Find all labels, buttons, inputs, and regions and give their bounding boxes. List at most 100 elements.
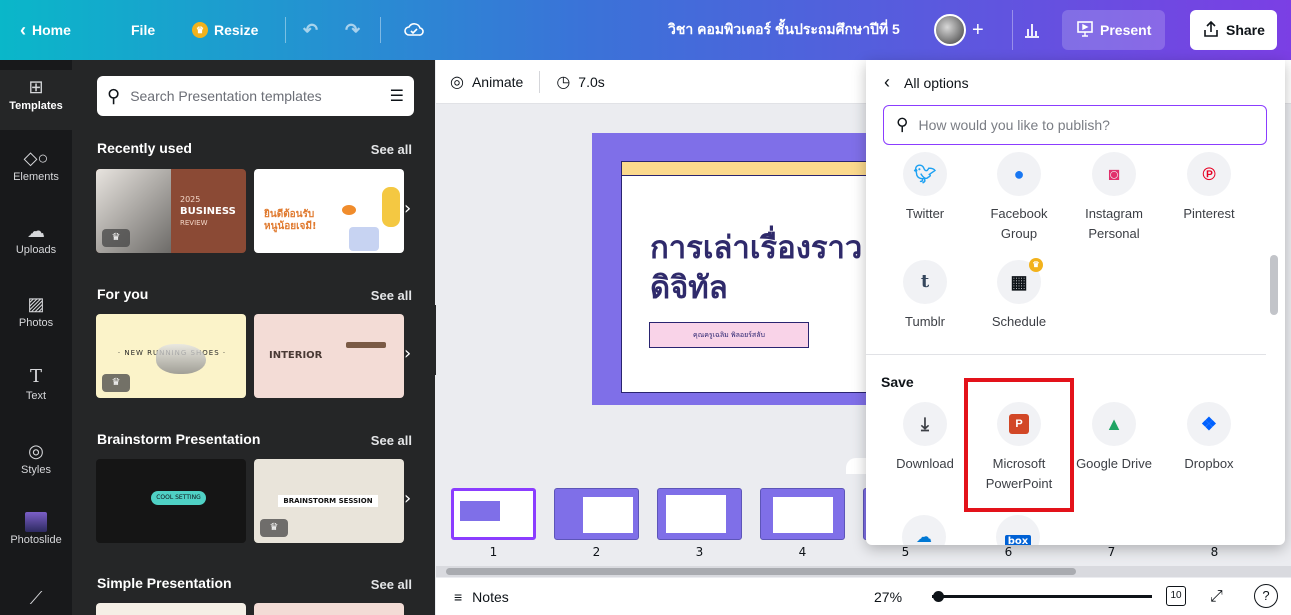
option-google-drive[interactable]: ▲ Google Drive — [1069, 402, 1159, 474]
animate-icon: ◎ — [450, 73, 464, 91]
section-title: For you — [97, 286, 149, 302]
page-number: 5 — [901, 545, 910, 559]
thumb-title: COOL SETTING — [151, 491, 206, 505]
option-schedule[interactable]: ▦ ♛ Schedule — [974, 258, 1064, 332]
page-number: 4 — [798, 545, 807, 559]
option-download[interactable]: ⤓ Download — [880, 402, 970, 474]
collaborators[interactable]: + — [934, 0, 984, 60]
add-collaborator-icon[interactable]: + — [972, 19, 984, 42]
duration-button[interactable]: ◷ 7.0s — [556, 72, 604, 92]
see-all-link[interactable]: See all — [371, 577, 412, 592]
rail-item-elements[interactable]: ◇○ Elements — [0, 147, 72, 183]
template-thumb[interactable] — [96, 603, 246, 615]
clock-icon: ◷ — [556, 73, 571, 91]
slide-subtitle[interactable]: คุณครูเฉลิม พิลอยร์สลับ — [649, 322, 809, 348]
zoom-value[interactable]: 27% — [874, 589, 902, 605]
page-number: 1 — [489, 545, 498, 559]
templates-icon: ⊞ — [28, 77, 44, 97]
page-number: 6 — [1004, 545, 1013, 559]
template-thumb-business-review[interactable]: 2025 BUSINESS REVIEW ♛ — [96, 169, 246, 253]
search-icon: ⚲ — [896, 115, 909, 134]
divider — [285, 17, 286, 43]
slide-card[interactable]: การเล่าเรื่องราว ดิจิทัล คุณครูเฉลิม พิล… — [621, 161, 891, 393]
share-button[interactable]: Share — [1190, 10, 1277, 50]
see-all-link[interactable]: See all — [371, 288, 412, 303]
help-button[interactable]: ? — [1254, 584, 1278, 608]
uploads-icon: ☁ — [27, 221, 45, 241]
search-icon: ⚲ — [107, 85, 121, 106]
cloud-saved-icon[interactable] — [403, 0, 425, 60]
carousel-next-icon[interactable]: › — [404, 488, 411, 509]
rail-item-photos[interactable]: ▨ Photos — [0, 293, 72, 329]
animate-button[interactable]: ◎ Animate — [450, 72, 523, 92]
rail-item-text[interactable]: T Text — [0, 366, 72, 402]
template-thumb-running-shoes[interactable]: · NEW RUNNING SHOES · ♛ — [96, 314, 246, 398]
option-dropbox[interactable]: ❖ Dropbox — [1164, 402, 1254, 474]
zoom-slider-handle[interactable] — [933, 591, 944, 602]
elements-icon: ◇○ — [23, 148, 49, 168]
zoom-slider[interactable] — [932, 595, 1152, 598]
onedrive-icon[interactable]: ☁ — [902, 515, 946, 545]
page-thumb-2[interactable] — [554, 488, 639, 540]
box-icon[interactable]: box — [996, 515, 1040, 545]
rail-item-styles[interactable]: ◎ Styles — [0, 440, 72, 476]
page-thumb-3[interactable] — [657, 488, 742, 540]
analytics-icon[interactable] — [1022, 0, 1042, 60]
decor-shape — [342, 205, 356, 215]
page-thumb-4[interactable] — [760, 488, 845, 540]
option-tumblr[interactable]: t Tumblr — [880, 260, 970, 332]
popup-scrollbar[interactable] — [1270, 155, 1278, 540]
chart-line-icon: ⟋ — [29, 588, 43, 608]
template-thumb[interactable] — [254, 603, 404, 615]
file-menu-button[interactable]: File — [131, 0, 155, 60]
present-icon — [1076, 20, 1094, 41]
rail-item-charts[interactable]: ⟋ — [0, 587, 72, 611]
download-icon: ⤓ — [903, 402, 947, 446]
redo-icon[interactable]: ↷ — [345, 0, 360, 60]
photos-icon: ▨ — [27, 294, 45, 314]
filter-icon[interactable]: ☰ — [390, 86, 404, 106]
scroll-thumb[interactable] — [446, 568, 1076, 575]
see-all-link[interactable]: See all — [371, 433, 412, 448]
page-count-button[interactable]: 10 — [1166, 586, 1186, 606]
top-bar: ‹ Home File ♛ Resize ↶ ↷ วิชา คอมพิวเตอร… — [0, 0, 1291, 60]
mini-card — [773, 497, 833, 533]
option-instagram[interactable]: ◙ Instagram Personal — [1069, 152, 1159, 244]
chevron-left-icon: ‹ — [884, 72, 890, 92]
section-title: Simple Presentation — [97, 575, 232, 591]
fullscreen-icon[interactable]: ⤢ — [1210, 588, 1223, 606]
slide-card-header — [622, 162, 890, 176]
template-search-input[interactable]: ⚲ Search Presentation templates ☰ — [97, 76, 414, 116]
carousel-next-icon[interactable]: › — [404, 198, 411, 219]
option-twitter[interactable]: 🐦︎ Twitter — [880, 152, 970, 224]
carousel-next-icon[interactable]: › — [404, 343, 411, 364]
rail-item-uploads[interactable]: ☁ Uploads — [0, 220, 72, 256]
page-number: 7 — [1107, 545, 1116, 559]
home-button[interactable]: ‹ Home — [20, 0, 71, 60]
rail-item-templates[interactable]: ⊞ Templates — [0, 70, 72, 130]
publish-search-input[interactable]: ⚲ How would you like to publish? — [883, 105, 1267, 145]
slide-title-line2[interactable]: ดิจิทัล — [650, 262, 728, 312]
page-number: 8 — [1210, 545, 1219, 559]
template-thumb-welcome[interactable]: ยินดีต้อนรับ หนูน้อยเจมี! — [254, 169, 404, 253]
thumb-title: INTERIOR — [269, 350, 323, 361]
present-button[interactable]: Present — [1062, 10, 1166, 50]
resize-button[interactable]: ♛ Resize — [192, 0, 258, 60]
rail-item-photoslide[interactable]: Photoslide — [0, 510, 72, 546]
undo-icon[interactable]: ↶ — [303, 0, 318, 60]
option-pinterest[interactable]: ℗ Pinterest — [1164, 152, 1254, 224]
see-all-link[interactable]: See all — [371, 142, 412, 157]
page-thumb-1[interactable] — [451, 488, 536, 540]
template-thumb-cool-setting[interactable]: COOL SETTING — [96, 459, 246, 543]
document-title[interactable]: วิชา คอมพิวเตอร์ ชั้นประถมศึกษาปีที่ 5 — [668, 0, 900, 60]
notes-button[interactable]: ≡ Notes — [454, 589, 509, 605]
scroll-thumb[interactable] — [1270, 255, 1278, 315]
option-facebook-group[interactable]: ● Facebook Group — [974, 152, 1064, 244]
bottom-bar: ≡ Notes 27% 10 ⤢ ? — [436, 578, 1291, 615]
shoe-image — [156, 344, 206, 374]
horizontal-scrollbar[interactable] — [436, 566, 1291, 577]
template-thumb-interior[interactable]: INTERIOR — [254, 314, 404, 398]
template-thumb-brainstorm-session[interactable]: BRAINSTORM SESSION ♛ — [254, 459, 404, 543]
pinterest-icon: ℗ — [1187, 152, 1231, 196]
back-button[interactable]: ‹ All options — [884, 72, 969, 93]
